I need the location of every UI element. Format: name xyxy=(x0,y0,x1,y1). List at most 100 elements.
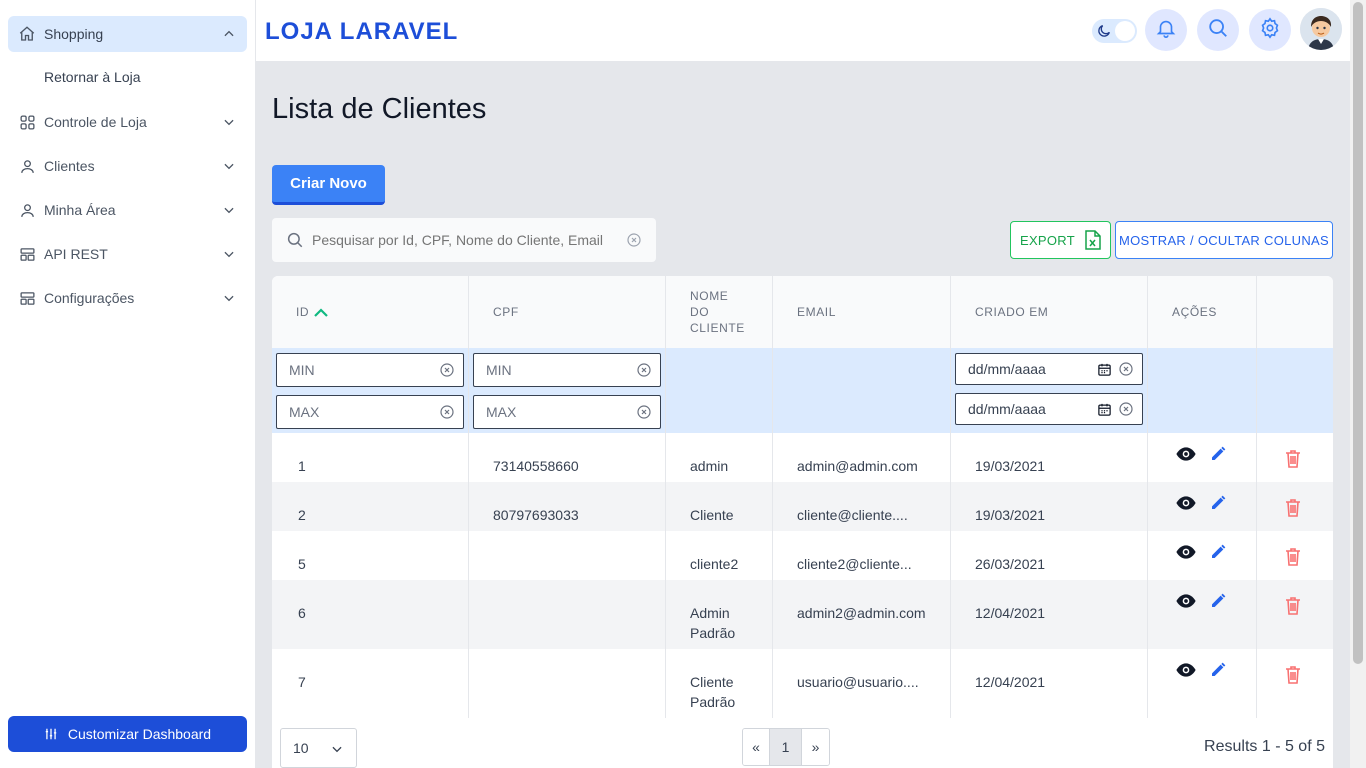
filter-row: MIN MAX MIN MAX dd/mm/aaaa dd/mm/aaaa xyxy=(272,348,1333,433)
filter-placeholder: MIN xyxy=(289,362,315,378)
created-from-date-filter[interactable]: dd/mm/aaaa xyxy=(955,353,1143,385)
clear-icon[interactable] xyxy=(636,362,652,378)
column-header-label-line: CLIENTE xyxy=(690,321,745,335)
brand-title[interactable]: LOJA LARAVEL xyxy=(265,18,458,46)
clear-icon[interactable] xyxy=(1118,361,1134,377)
column-header-id[interactable]: ID xyxy=(272,276,469,348)
cpf-max-filter[interactable]: MAX xyxy=(473,395,661,429)
top-header: LOJA LARAVEL xyxy=(256,0,1350,62)
trash-icon[interactable] xyxy=(1285,498,1301,517)
trash-icon[interactable] xyxy=(1285,547,1301,566)
trash-icon[interactable] xyxy=(1285,596,1301,615)
cell-id: 5 xyxy=(272,531,469,580)
edit-icon[interactable] xyxy=(1210,495,1226,511)
view-icon[interactable] xyxy=(1176,446,1196,462)
sidebar-item-configuracoes[interactable]: Configurações xyxy=(8,280,247,316)
cell-id: 7 xyxy=(272,649,469,718)
search-input[interactable] xyxy=(312,232,626,248)
cell-created-value: 19/03/2021 xyxy=(975,507,1046,523)
toggle-columns-button[interactable]: MOSTRAR / OCULTAR COLUNAS xyxy=(1115,221,1333,259)
table-row: 5 cliente2 cliente2@cliente... 26/03/202… xyxy=(272,531,1333,580)
search-button[interactable] xyxy=(1197,9,1239,51)
cell-name-value: Cliente xyxy=(690,674,734,690)
user-avatar[interactable] xyxy=(1300,8,1342,50)
cell-actions xyxy=(1148,649,1257,718)
cell-created: 26/03/2021 xyxy=(951,531,1148,580)
per-page-select[interactable]: 10 xyxy=(280,728,357,768)
customize-dashboard-button[interactable]: Customizar Dashboard xyxy=(8,716,247,752)
cell-email-value: cliente@cliente.... xyxy=(797,507,908,523)
chevron-down-icon xyxy=(221,290,237,306)
clear-search-icon[interactable] xyxy=(626,232,642,248)
cell-email-value: admin2@admin.com xyxy=(797,605,926,621)
clear-icon[interactable] xyxy=(1118,401,1134,417)
view-icon[interactable] xyxy=(1176,544,1196,560)
cell-name-value: Cliente xyxy=(690,507,734,523)
view-icon[interactable] xyxy=(1176,593,1196,609)
cell-name: Cliente xyxy=(666,482,773,531)
clear-icon[interactable] xyxy=(439,404,455,420)
settings-button[interactable] xyxy=(1249,9,1291,51)
cell-cpf xyxy=(469,649,666,718)
calendar-icon[interactable] xyxy=(1097,362,1112,377)
cell-actions xyxy=(1148,482,1257,531)
cpf-min-filter[interactable]: MIN xyxy=(473,353,661,387)
cell-created: 19/03/2021 xyxy=(951,482,1148,531)
chevron-down-icon xyxy=(221,246,237,262)
column-header-cpf[interactable]: CPF xyxy=(469,276,666,348)
cell-delete xyxy=(1257,649,1333,718)
clients-table: ID CPF NOME DO CLIENTE EMAIL CRIADO EM A… xyxy=(272,276,1333,768)
id-max-filter[interactable]: MAX xyxy=(276,395,464,429)
table-row: 7 Cliente Padrão usuario@usuario.... 12/… xyxy=(272,649,1333,718)
trash-icon[interactable] xyxy=(1285,665,1301,684)
dark-mode-toggle[interactable] xyxy=(1092,19,1137,43)
sidebar-item-minha-area[interactable]: Minha Área xyxy=(8,192,247,228)
trash-icon[interactable] xyxy=(1285,449,1301,468)
cell-id-value: 1 xyxy=(298,458,306,474)
cell-actions xyxy=(1148,580,1257,649)
scrollbar-thumb[interactable] xyxy=(1353,2,1363,664)
cell-cpf xyxy=(469,580,666,649)
sidebar-item-api-rest[interactable]: API REST xyxy=(8,236,247,272)
column-header-label-line: NOME xyxy=(690,289,729,303)
view-icon[interactable] xyxy=(1176,662,1196,678)
id-min-filter[interactable]: MIN xyxy=(276,353,464,387)
excel-icon xyxy=(1085,230,1101,250)
sidebar-item-shopping[interactable]: Shopping xyxy=(8,16,247,52)
sidebar-item-clientes[interactable]: Clientes xyxy=(8,148,247,184)
sidebar-item-controle-de-loja[interactable]: Controle de Loja xyxy=(8,104,247,140)
export-button[interactable]: EXPORT xyxy=(1010,221,1111,259)
edit-icon[interactable] xyxy=(1210,662,1226,678)
create-new-button[interactable]: Criar Novo xyxy=(272,165,385,205)
notifications-button[interactable] xyxy=(1145,9,1187,51)
cell-cpf-value: 80797693033 xyxy=(493,507,579,523)
cell-email: cliente@cliente.... xyxy=(773,482,951,531)
edit-icon[interactable] xyxy=(1210,544,1226,560)
pagination-next[interactable]: » xyxy=(802,729,829,765)
view-icon[interactable] xyxy=(1176,495,1196,511)
pagination-prev[interactable]: « xyxy=(743,729,770,765)
calendar-icon[interactable] xyxy=(1097,402,1112,417)
column-header-name[interactable]: NOME DO CLIENTE xyxy=(666,276,773,348)
table-row: 6 Admin Padrão admin2@admin.com 12/04/20… xyxy=(272,580,1333,649)
clear-icon[interactable] xyxy=(636,404,652,420)
sidebar-item-label: Minha Área xyxy=(44,202,116,218)
gear-icon xyxy=(1259,16,1281,44)
clear-icon[interactable] xyxy=(439,362,455,378)
sidebar-subitem-return-store[interactable]: Retornar à Loja xyxy=(44,69,141,85)
column-header-email[interactable]: EMAIL xyxy=(773,276,951,348)
column-header-created[interactable]: CRIADO EM xyxy=(951,276,1148,348)
edit-icon[interactable] xyxy=(1210,446,1226,462)
customize-dashboard-label: Customizar Dashboard xyxy=(67,726,212,742)
export-label: EXPORT xyxy=(1019,232,1076,248)
created-to-date-filter[interactable]: dd/mm/aaaa xyxy=(955,393,1143,425)
layout-icon xyxy=(18,245,36,263)
cell-id: 6 xyxy=(272,580,469,649)
edit-icon[interactable] xyxy=(1210,593,1226,609)
search-bar xyxy=(272,218,656,262)
cell-email-value: admin@admin.com xyxy=(797,458,918,474)
page-scrollbar[interactable] xyxy=(1350,0,1366,768)
pagination-page[interactable]: 1 xyxy=(770,729,802,765)
column-header-label: AÇÕES xyxy=(1172,305,1218,319)
filter-placeholder: MAX xyxy=(486,404,517,420)
